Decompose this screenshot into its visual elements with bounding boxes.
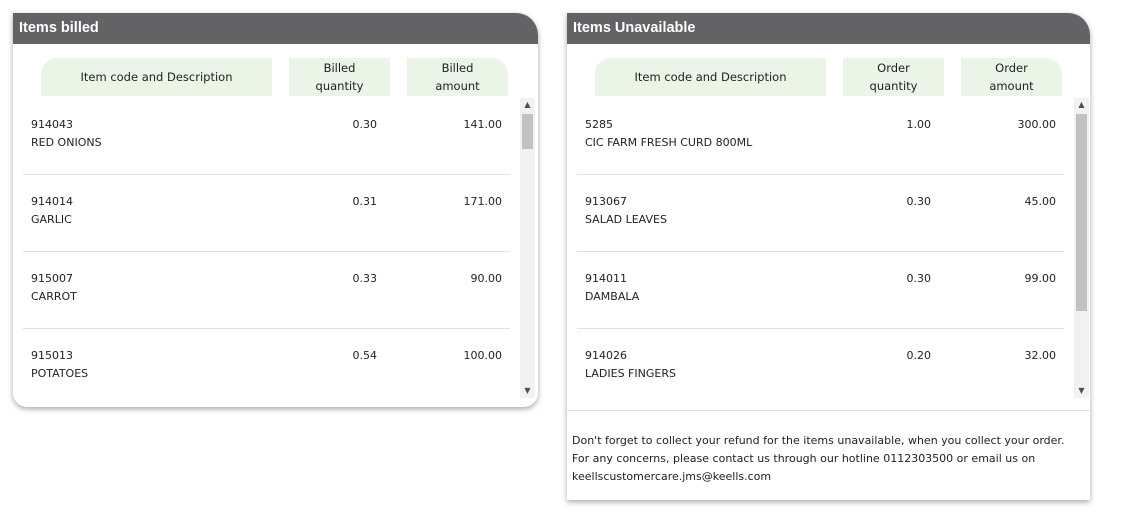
items-billed-title: Items billed	[13, 13, 538, 44]
items-billed-scrollbar[interactable]: ▲ ▼	[520, 98, 535, 398]
item-code: 5285	[585, 118, 613, 131]
column-header-order-amount: Order amount	[961, 58, 1062, 96]
item-quantity: 0.30	[352, 118, 378, 131]
item-quantity: 1.00	[906, 118, 932, 131]
column-header-description: Item code and Description	[595, 58, 826, 96]
column-header-billed-amount: Billed amount	[407, 58, 508, 96]
items-unavailable-title: Items Unavailable	[567, 13, 1090, 44]
table-row: 915007 CARROT 0.33 90.00	[23, 252, 510, 329]
items-unavailable-scrollbar[interactable]: ▲ ▼	[1074, 98, 1089, 398]
item-quantity: 0.20	[906, 349, 932, 362]
items-unavailable-column-headers: Item code and Description Order quantity…	[567, 44, 1090, 96]
item-description: GARLIC	[31, 213, 72, 226]
item-description: LADIES FINGERS	[585, 367, 676, 380]
item-description: RED ONIONS	[31, 136, 102, 149]
items-unavailable-card: Items Unavailable Item code and Descript…	[567, 13, 1090, 500]
scroll-thumb[interactable]	[1076, 114, 1087, 311]
triangle-down-icon[interactable]: ▼	[520, 384, 535, 398]
triangle-down-icon[interactable]: ▼	[1074, 384, 1089, 398]
scroll-thumb[interactable]	[522, 114, 533, 149]
item-amount: 100.00	[463, 349, 503, 362]
table-row: 913067 SALAD LEAVES 0.30 45.00	[577, 175, 1064, 252]
table-row: 914014 GARLIC 0.31 171.00	[23, 175, 510, 252]
item-code: 914026	[585, 349, 627, 362]
items-unavailable-list[interactable]: 5285 CIC FARM FRESH CURD 800ML 1.00 300.…	[577, 98, 1064, 404]
triangle-up-icon[interactable]: ▲	[520, 98, 535, 112]
divider	[567, 410, 1090, 411]
item-amount: 99.00	[1024, 272, 1057, 285]
table-row: 914011 DAMBALA 0.30 99.00	[577, 252, 1064, 329]
item-code: 914011	[585, 272, 627, 285]
item-quantity: 0.31	[352, 195, 378, 208]
items-billed-card: Items billed Item code and Description B…	[13, 13, 538, 407]
item-amount: 32.00	[1024, 349, 1057, 362]
items-billed-column-headers: Item code and Description Billed quantit…	[13, 44, 538, 96]
table-row: 5285 CIC FARM FRESH CURD 800ML 1.00 300.…	[577, 98, 1064, 175]
item-code: 915013	[31, 349, 73, 362]
item-code: 915007	[31, 272, 73, 285]
item-description: SALAD LEAVES	[585, 213, 667, 226]
item-description: DAMBALA	[585, 290, 640, 303]
table-row: 914026 LADIES FINGERS 0.20 32.00	[577, 329, 1064, 404]
item-code: 913067	[585, 195, 627, 208]
item-amount: 141.00	[463, 118, 503, 131]
column-header-description: Item code and Description	[41, 58, 272, 96]
item-quantity: 0.30	[906, 272, 932, 285]
refund-note: Don't forget to collect your refund for …	[572, 434, 1065, 483]
items-billed-list[interactable]: 914043 RED ONIONS 0.30 141.00 914014 GAR…	[23, 98, 510, 404]
table-row: 915013 POTATOES 0.54 100.00	[23, 329, 510, 404]
item-quantity: 0.30	[906, 195, 932, 208]
triangle-up-icon[interactable]: ▲	[1074, 98, 1089, 112]
column-header-billed-quantity: Billed quantity	[289, 58, 390, 96]
item-code: 914014	[31, 195, 73, 208]
item-description: CIC FARM FRESH CURD 800ML	[585, 136, 753, 149]
table-row: 914043 RED ONIONS 0.30 141.00	[23, 98, 510, 175]
item-amount: 45.00	[1024, 195, 1057, 208]
item-quantity: 0.33	[352, 272, 378, 285]
item-quantity: 0.54	[352, 349, 378, 362]
item-code: 914043	[31, 118, 73, 131]
item-amount: 171.00	[463, 195, 503, 208]
item-amount: 90.00	[470, 272, 503, 285]
item-amount: 300.00	[1017, 118, 1057, 131]
column-header-order-quantity: Order quantity	[843, 58, 944, 96]
item-description: POTATOES	[31, 367, 89, 380]
item-description: CARROT	[31, 290, 77, 303]
